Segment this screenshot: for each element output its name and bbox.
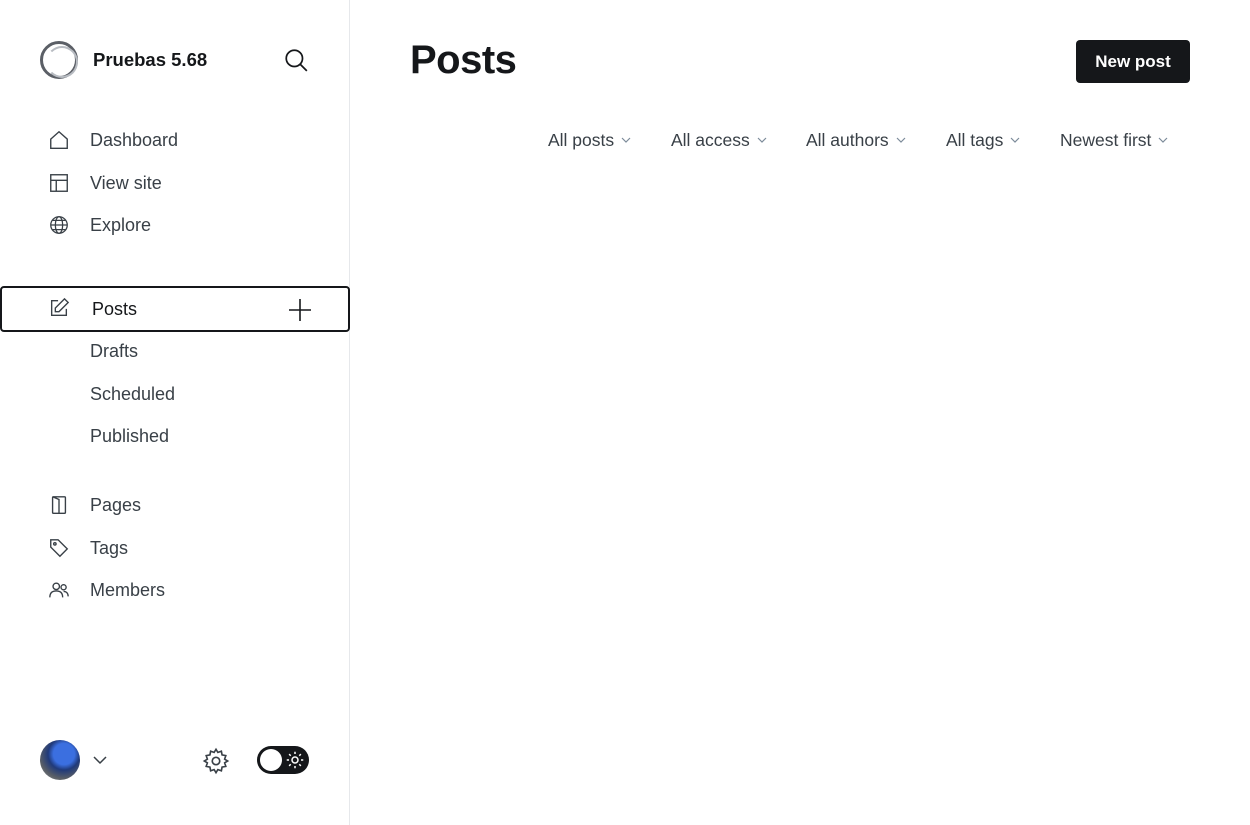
sidebar-subitem-scheduled[interactable]: Scheduled [90, 381, 175, 407]
sidebar-subitem-published[interactable]: Published [90, 423, 169, 449]
members-icon [49, 582, 69, 598]
home-icon [50, 130, 68, 149]
sidebar-item-label: Tags [90, 537, 129, 558]
filter-label: All posts [548, 129, 615, 150]
sidebar-item-dashboard[interactable]: Dashboard [0, 119, 350, 161]
sidebar-item-label: Pages [90, 494, 142, 515]
sidebar-item-pages[interactable]: Pages [0, 484, 350, 526]
sidebar-item-label: Explore [90, 214, 152, 235]
sidebar-footer [40, 740, 310, 780]
layout-icon [50, 174, 68, 192]
main-content: Posts New post All posts All access All … [350, 0, 1250, 825]
site-title: Pruebas 5.68 [93, 49, 208, 70]
filter-all-posts[interactable]: All posts [548, 127, 631, 153]
theme-toggle[interactable] [257, 746, 309, 774]
ghost-ring-logo-icon [40, 41, 78, 79]
sidebar: Pruebas 5.68 Dashboard View site Explore… [0, 0, 350, 825]
sidebar-subitem-drafts[interactable]: Drafts [90, 338, 138, 364]
filter-label: All tags [946, 129, 1004, 150]
sidebar-item-view-site[interactable]: View site [0, 162, 350, 204]
sidebar-item-label: Dashboard [90, 129, 179, 150]
new-post-button[interactable]: New post [1076, 40, 1190, 83]
filter-label: All authors [806, 129, 889, 150]
sidebar-item-label: Posts [92, 298, 138, 319]
edit-icon [50, 297, 70, 317]
filter-all-access[interactable]: All access [671, 127, 767, 153]
tag-icon [50, 539, 69, 558]
chevron-down-icon [757, 137, 767, 143]
filter-label: Newest first [1060, 129, 1152, 150]
add-post-icon[interactable] [288, 298, 312, 322]
sidebar-item-tags[interactable]: Tags [0, 527, 350, 569]
filter-sort-order[interactable]: Newest first [1060, 127, 1168, 153]
filter-all-authors[interactable]: All authors [806, 127, 906, 153]
filter-label: All access [671, 129, 750, 150]
chevron-down-icon [1010, 137, 1020, 143]
avatar[interactable] [40, 740, 80, 780]
sun-icon [286, 751, 304, 769]
chevron-down-icon [621, 137, 631, 143]
page-icon [51, 496, 67, 514]
sidebar-item-label: Members [90, 579, 166, 600]
chevron-down-icon [1158, 137, 1168, 143]
search-icon[interactable] [283, 47, 309, 73]
filter-bar: All posts All access All authors All tag… [350, 127, 1190, 153]
chevron-down-icon [896, 137, 906, 143]
globe-icon [50, 216, 68, 234]
sidebar-item-members[interactable]: Members [0, 569, 350, 611]
filter-all-tags[interactable]: All tags [946, 127, 1020, 153]
gear-icon[interactable] [202, 747, 230, 775]
app-window: Pruebas 5.68 Dashboard View site Explore… [0, 0, 1250, 825]
toggle-knob [260, 749, 282, 771]
sidebar-item-posts[interactable]: Posts [0, 286, 350, 332]
chevron-down-icon[interactable] [92, 752, 108, 768]
sidebar-item-explore[interactable]: Explore [0, 204, 350, 246]
page-title: Posts [410, 38, 517, 82]
brand[interactable]: Pruebas 5.68 [40, 40, 207, 80]
sidebar-item-label: View site [90, 172, 162, 193]
